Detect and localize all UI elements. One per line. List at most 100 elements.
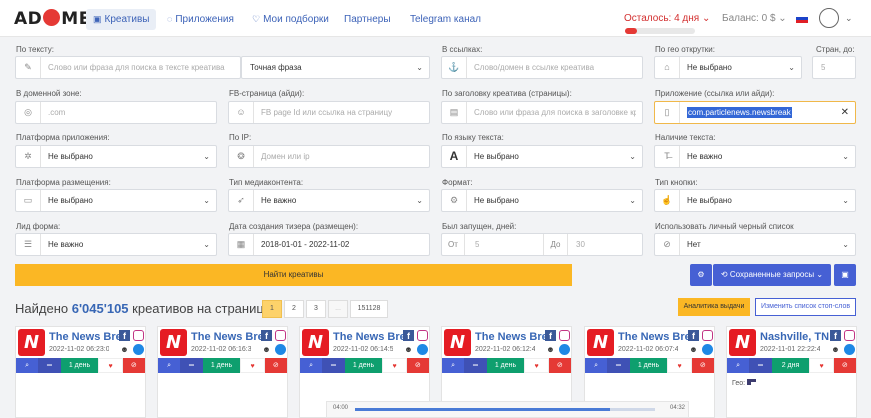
- ban-icon[interactable]: ⊘: [833, 358, 856, 373]
- top-bar: AD ME ▣ Креативы ◌ Приложения ♡ Мои подборки…: [0, 0, 871, 37]
- teaser-date-input[interactable]: ▦ 2018-01-01 - 2022-11-02: [228, 233, 430, 256]
- card-time: 2022-11-02 06:07:47: [618, 346, 678, 353]
- menu-icon[interactable]: ═: [607, 358, 630, 373]
- clear-icon[interactable]: ✕: [841, 102, 849, 123]
- briefcase-icon: ▭: [16, 190, 41, 211]
- anchor-icon: ⚓: [442, 57, 467, 78]
- search-button[interactable]: Найти креативы: [15, 264, 572, 286]
- lead-form-select[interactable]: ☰ Не важно ⌄: [15, 233, 217, 256]
- menu-icon[interactable]: ═: [464, 358, 487, 373]
- nav-creatives[interactable]: ▣ Креативы: [86, 9, 157, 30]
- card-title[interactable]: The News Bre: [191, 331, 261, 343]
- ban-icon[interactable]: ⊘: [548, 358, 571, 373]
- heart-icon[interactable]: ♥: [240, 358, 265, 373]
- nav-apps[interactable]: ◌ Приложения: [160, 9, 241, 30]
- blacklist-select[interactable]: ⊘ Нет ⌄: [654, 233, 856, 256]
- ban-icon[interactable]: ⊘: [691, 358, 714, 373]
- heart-icon[interactable]: ♥: [382, 358, 407, 373]
- has-text-select[interactable]: T̶ Не важно ⌄: [654, 145, 856, 168]
- card-title[interactable]: The News Bre: [618, 331, 688, 343]
- ban-icon[interactable]: ⊘: [122, 358, 145, 373]
- page-3[interactable]: 3: [306, 300, 326, 318]
- search-icon[interactable]: ⌕: [16, 358, 39, 373]
- nav-telegram[interactable]: Telegram канал: [403, 9, 488, 30]
- ban-icon[interactable]: ⊘: [406, 358, 429, 373]
- page-1[interactable]: 1: [262, 300, 282, 318]
- app-logo: N: [729, 329, 756, 356]
- creative-title-input[interactable]: ▤ Слово или фраза для поиска в заголовке …: [441, 101, 643, 124]
- save-button[interactable]: ▣: [834, 264, 856, 286]
- chevron-down-icon: ⌄: [842, 152, 849, 161]
- button-type-select[interactable]: ☝ Не выбрано ⌄: [654, 189, 856, 212]
- nav-collections-label: Мои подборки: [263, 14, 329, 25]
- days-badge: 1 день: [60, 358, 99, 373]
- by-ip-input[interactable]: ❂ Домен или ip: [228, 145, 430, 168]
- logo[interactable]: AD ME: [14, 9, 91, 29]
- heart-icon[interactable]: ♥: [524, 358, 549, 373]
- heart-icon[interactable]: ♥: [809, 358, 834, 373]
- search-icon[interactable]: ⌕: [300, 358, 323, 373]
- card-title[interactable]: The News Bre: [49, 331, 119, 343]
- fb-page-input[interactable]: ☺ FB page Id или ссылка на страницу: [228, 101, 430, 124]
- domain-zone-input[interactable]: ◎ .com: [15, 101, 217, 124]
- saved-queries-button[interactable]: ⟲ Сохраненные запросы ⌄: [713, 264, 831, 286]
- stoplist-button[interactable]: Изменить список стоп-слов: [755, 298, 856, 316]
- user-icon: ☺: [229, 102, 254, 123]
- text-mode-select[interactable]: Точная фраза ⌄: [241, 56, 430, 79]
- placement-platform-select[interactable]: ▭ Не выбрано ⌄: [15, 189, 217, 212]
- facebook-icon: f: [688, 330, 699, 341]
- search-icon[interactable]: ⌕: [158, 358, 181, 373]
- ban-icon[interactable]: ⊘: [264, 358, 287, 373]
- menu-icon[interactable]: ═: [180, 358, 203, 373]
- text-language-label: По языку текста:: [442, 133, 504, 142]
- nav-partners[interactable]: Партнеры: [337, 9, 398, 30]
- format-select[interactable]: ⚙ Не выбрано ⌄: [441, 189, 643, 212]
- chevron-down-icon[interactable]: ⌄: [845, 13, 853, 24]
- avatar[interactable]: [819, 8, 839, 28]
- text-language-select[interactable]: A Не выбрано ⌄: [441, 145, 643, 168]
- menu-icon[interactable]: ═: [322, 358, 345, 373]
- search-icon[interactable]: ⌕: [442, 358, 465, 373]
- creative-title-placeholder: Слово или фраза для поиска в заголовке к…: [474, 108, 636, 117]
- page-last[interactable]: 151128: [350, 300, 388, 318]
- menu-icon[interactable]: ═: [749, 358, 772, 373]
- heart-icon[interactable]: ♥: [98, 358, 123, 373]
- heart-icon[interactable]: ♥: [667, 358, 692, 373]
- audience-icon: ☻: [689, 345, 698, 354]
- menu-icon[interactable]: ═: [38, 358, 61, 373]
- domain-zone-label: В доменной зоне:: [16, 89, 82, 98]
- remaining-days[interactable]: Осталось: 4 дня ⌄: [624, 13, 710, 24]
- creative-card[interactable]: N The News Bre 2022-11-02 06:16:33 f ☻ ⌕ ═ 1 де…: [157, 326, 288, 418]
- language-flag-icon[interactable]: [796, 14, 808, 23]
- nav-telegram-label: Telegram канал: [410, 14, 481, 25]
- card-title[interactable]: The News Bre: [333, 331, 403, 343]
- geo-select[interactable]: ⌂ Не выбрано ⌄: [654, 56, 802, 79]
- analytics-button[interactable]: Аналитика выдачи: [678, 298, 750, 316]
- page-2[interactable]: 2: [284, 300, 304, 318]
- days-badge: 1 день: [486, 358, 525, 373]
- creative-card[interactable]: N The News Bre 2022-11-02 06:23:03 f ☻ ⌕ ═ 1 де…: [15, 326, 146, 418]
- search-icon[interactable]: ⌕: [727, 358, 750, 373]
- app-platform-select[interactable]: ✲ Не выбрано ⌄: [15, 145, 217, 168]
- days-badge: 2 дня: [771, 358, 810, 373]
- app-label: Приложение (ссылка или айди):: [655, 89, 775, 98]
- app-input[interactable]: ▯ com.particlenews.newsbreak ✕: [654, 101, 856, 124]
- in-links-input[interactable]: ⚓ Слово/домен в ссылке креатива: [441, 56, 643, 79]
- audio-player[interactable]: 04:00 04:32: [326, 401, 689, 418]
- search-icon[interactable]: ⌕: [585, 358, 608, 373]
- media-type-select[interactable]: ➶ Не важно ⌄: [228, 189, 430, 212]
- card-title[interactable]: Nashville, TN: [760, 331, 830, 343]
- player-track[interactable]: [355, 408, 655, 411]
- days-from-input[interactable]: 5: [475, 234, 479, 255]
- by-text-input[interactable]: ✎ Слово или фраза для поиска в тексте кре…: [15, 56, 241, 79]
- chevron-down-icon: ⌄: [816, 270, 824, 279]
- nav-collections[interactable]: ♡ Мои подборки: [245, 9, 336, 30]
- settings-button[interactable]: ⚙: [690, 264, 712, 286]
- creative-card[interactable]: N Nashville, TN 2022-11-01 22:22:43 f ☻ ⌕ ═ 2 д…: [726, 326, 857, 418]
- card-title[interactable]: The News Bre: [475, 331, 545, 343]
- countries-to-input[interactable]: 5: [812, 56, 856, 79]
- balance[interactable]: Баланс: 0 $ ⌄: [722, 13, 787, 24]
- found-suffix: креативов на страницах:: [132, 301, 282, 316]
- days-to-input[interactable]: 30: [576, 234, 585, 255]
- chevron-down-icon: ⌄: [629, 152, 636, 161]
